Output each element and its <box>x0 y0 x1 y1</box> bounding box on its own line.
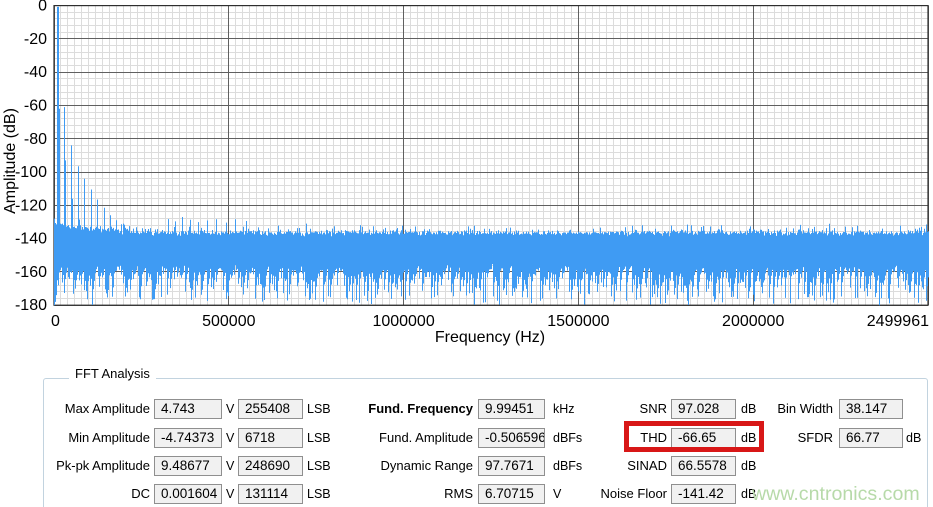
svg-text:-100: -100 <box>15 164 47 181</box>
svg-text:-20: -20 <box>24 31 47 48</box>
svg-text:-40: -40 <box>24 64 47 81</box>
svg-text:2499961: 2499961 <box>867 313 929 330</box>
svg-text:0: 0 <box>51 313 60 330</box>
svg-text:1500000: 1500000 <box>547 313 609 330</box>
svg-text:-80: -80 <box>24 131 47 148</box>
svg-text:Amplitude (dB): Amplitude (dB) <box>2 108 19 214</box>
svg-text:-60: -60 <box>24 98 47 115</box>
svg-text:2000000: 2000000 <box>722 313 784 330</box>
svg-text:-140: -140 <box>15 231 47 248</box>
svg-text:1000000: 1000000 <box>372 313 434 330</box>
svg-text:-160: -160 <box>15 264 47 281</box>
svg-text:-180: -180 <box>15 297 47 314</box>
svg-text:0: 0 <box>38 0 47 15</box>
svg-text:Frequency (Hz): Frequency (Hz) <box>435 329 545 346</box>
svg-text:-120: -120 <box>15 197 47 214</box>
svg-text:500000: 500000 <box>202 313 255 330</box>
